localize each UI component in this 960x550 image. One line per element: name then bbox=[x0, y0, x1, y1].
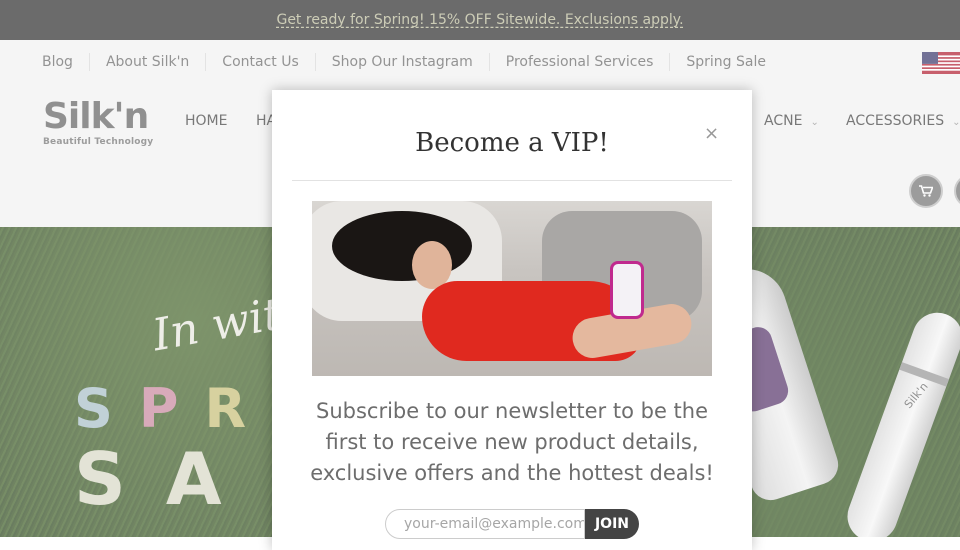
email-input[interactable] bbox=[385, 509, 585, 539]
modal-body-text: Subscribe to our newsletter to be the fi… bbox=[310, 399, 714, 485]
join-button[interactable]: JOIN bbox=[585, 509, 639, 539]
modal-title: Become a VIP! bbox=[415, 128, 609, 158]
modal-divider bbox=[292, 180, 732, 181]
newsletter-form: JOIN bbox=[385, 509, 641, 539]
vip-signup-modal: × Become a VIP! Subscribe to our newslet… bbox=[272, 90, 752, 550]
modal-promo-image bbox=[312, 201, 712, 376]
